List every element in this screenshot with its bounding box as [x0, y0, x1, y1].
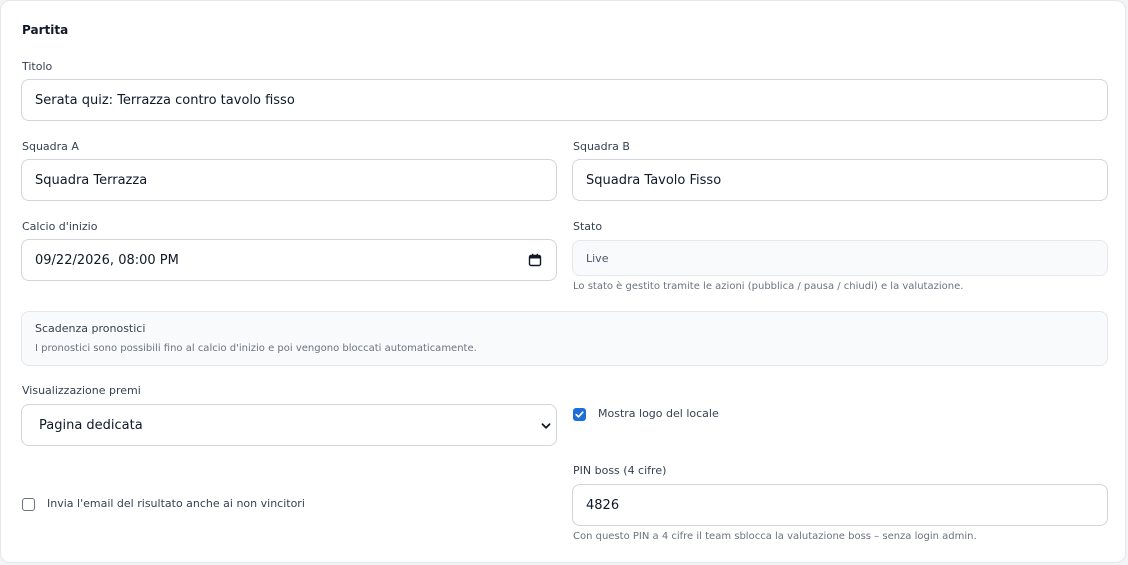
title-input[interactable]: Serata quiz: Terrazza contro tavolo fiss… — [21, 79, 1108, 121]
prize-display-label: Visualizzazione premi — [22, 384, 141, 397]
prediction-deadline-text: I pronostici sono possibili fino al calc… — [35, 343, 477, 354]
status-readonly-field: Live — [572, 240, 1108, 276]
show-logo-checkbox[interactable] — [573, 408, 586, 421]
status-hint: Lo stato è gestito tramite le azioni (pu… — [573, 281, 964, 292]
boss-pin-hint: Con questo PIN a 4 cifre il team sblocca… — [573, 531, 977, 542]
title-label: Titolo — [22, 60, 53, 73]
send-email-label[interactable]: Invia l'email del risultato anche ai non… — [47, 497, 305, 510]
team-b-input-value: Squadra Tavolo Fisso — [586, 172, 722, 188]
team-a-input-value: Squadra Terrazza — [35, 172, 148, 188]
boss-pin-input[interactable]: 4826 — [572, 484, 1108, 526]
prize-display-select[interactable]: Pagina dedicata — [21, 404, 557, 446]
check-icon — [575, 411, 584, 418]
title-input-value: Serata quiz: Terrazza contro tavolo fiss… — [35, 92, 295, 108]
match-form-card: Partita Titolo Serata quiz: Terrazza con… — [0, 0, 1126, 563]
kickoff-label: Calcio d'inizio — [22, 220, 98, 233]
kickoff-value: 09/22/2026, 08:00 PM — [35, 252, 179, 268]
prediction-deadline-title: Scadenza pronostici — [35, 322, 146, 335]
prize-display-value: Pagina dedicata — [39, 417, 143, 433]
send-email-checkbox[interactable] — [22, 498, 35, 511]
team-b-input[interactable]: Squadra Tavolo Fisso — [572, 159, 1108, 201]
status-value: Live — [586, 251, 609, 265]
team-b-label: Squadra B — [573, 140, 630, 153]
team-a-label: Squadra A — [22, 140, 79, 153]
section-title: Partita — [22, 23, 69, 37]
chevron-down-icon — [540, 420, 552, 432]
team-a-input[interactable]: Squadra Terrazza — [21, 159, 557, 201]
status-label: Stato — [573, 220, 603, 233]
boss-pin-label: PIN boss (4 cifre) — [573, 464, 667, 477]
boss-pin-value: 4826 — [586, 497, 620, 513]
show-logo-label[interactable]: Mostra logo del locale — [598, 407, 719, 420]
prediction-deadline-box: Scadenza pronostici I pronostici sono po… — [21, 311, 1108, 366]
kickoff-datetime-input[interactable]: 09/22/2026, 08:00 PM — [21, 239, 557, 281]
calendar-icon[interactable] — [528, 253, 542, 267]
